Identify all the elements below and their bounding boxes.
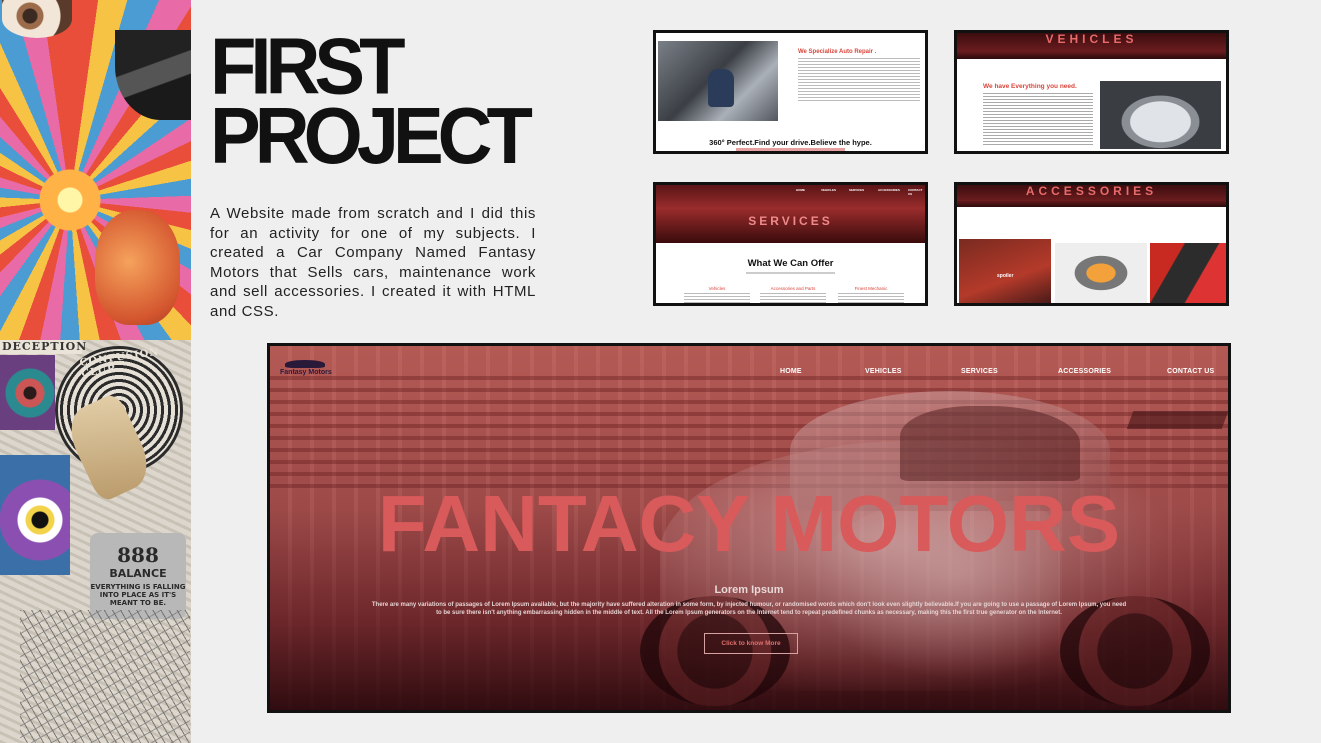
column-accessories: Accessories and Parts [770,286,816,291]
car-photo [1100,81,1221,149]
interior-photo [1150,243,1226,303]
car-logo-icon [285,360,325,368]
nav-contact-us[interactable]: CONTACT US [1167,368,1214,375]
nav-services[interactable]: SERVICES [961,368,998,375]
hero-subheading: Lorem Ipsum [714,584,784,596]
services-banner: SERVICES [748,214,833,228]
vehicles-heading: We have Everything you need. [983,83,1077,90]
collage-artwork: DECEPTION CONFUSION CLUB 888 BALANCE EVE… [0,0,191,743]
services-heading: What We Can Offer [747,258,834,269]
title-line-2: PROJECT [210,91,533,181]
column-text [760,293,826,303]
accessories-banner: ACCESSORIES [957,185,1226,207]
mechanic-photo [658,41,778,121]
column-text [838,293,904,303]
mini-nav-contact: CONTACT US [908,188,923,196]
nav-home[interactable]: HOME [780,368,802,375]
project-description: A Website made from scratch and I did th… [210,205,536,320]
paragraph-placeholder [798,58,920,102]
paragraph-placeholder [983,93,1093,147]
nav-vehicles[interactable]: VEHICLES [865,368,902,375]
heading-subline [746,272,835,274]
mini-nav-accessories: ACCESSORIES [878,188,900,192]
balance-card: 888 BALANCE EVERYTHING IS FALLING INTO P… [90,533,186,619]
balance-small-text: EVERYTHING IS FALLING INTO PLACE AS IT'S… [90,583,186,607]
eye-artwork-2 [0,355,55,430]
vehicles-banner: VEHICLES [957,33,1226,59]
mechanic-figure [708,69,734,107]
column-text [684,293,750,303]
mini-nav-services: SERVICES [849,188,865,192]
deception-label: DECEPTION [0,340,88,354]
site-logo[interactable]: Fantasy Motors [280,360,332,376]
auto-repair-heading: We Specialize Auto Repair . [798,49,877,55]
column-mechanic: Finest Mechanic [854,286,888,291]
hero-paragraph: There are many variations of passages of… [371,602,1127,616]
balance-number: 888 [117,543,159,567]
thumbnail-vehicles: VEHICLES We have Everything you need. [954,30,1229,154]
know-more-button[interactable]: Click to know More [704,633,798,654]
thumbnail-services: HOME VEHICLES SERVICES ACCESSORIES CONTA… [653,182,928,306]
spoiler-photo: spoiler [959,239,1051,303]
logo-text: Fantasy Motors [280,369,332,376]
pencil-sketch-artwork [20,610,190,743]
tagline-underline [736,148,845,151]
hero-screenshot: Fantasy Motors HOME VEHICLES SERVICES AC… [267,343,1231,713]
eye-artwork [2,0,72,38]
engine-photo [1055,243,1147,303]
nav-accessories[interactable]: ACCESSORIES [1058,368,1111,375]
mini-nav-home: HOME [796,188,805,192]
column-vehicles: Vehicles [708,286,726,291]
balance-label: BALANCE [109,567,167,580]
thumbnail-accessories: ACCESSORIES spoiler [954,182,1229,306]
tagline: 360° Perfect.Find your drive.Believe the… [709,138,872,147]
hero-title: FANTACY MOTORS [377,479,1121,568]
mini-nav-vehicles: VEHICLES [821,188,837,192]
slide-title: FIRST PROJECT [210,27,570,181]
spoiler-label: spoiler [997,273,1014,279]
thumbnail-auto-repair: We Specialize Auto Repair . 360° Perfect… [653,30,928,154]
face-artwork [95,210,180,325]
eye-artwork-3 [0,455,70,575]
